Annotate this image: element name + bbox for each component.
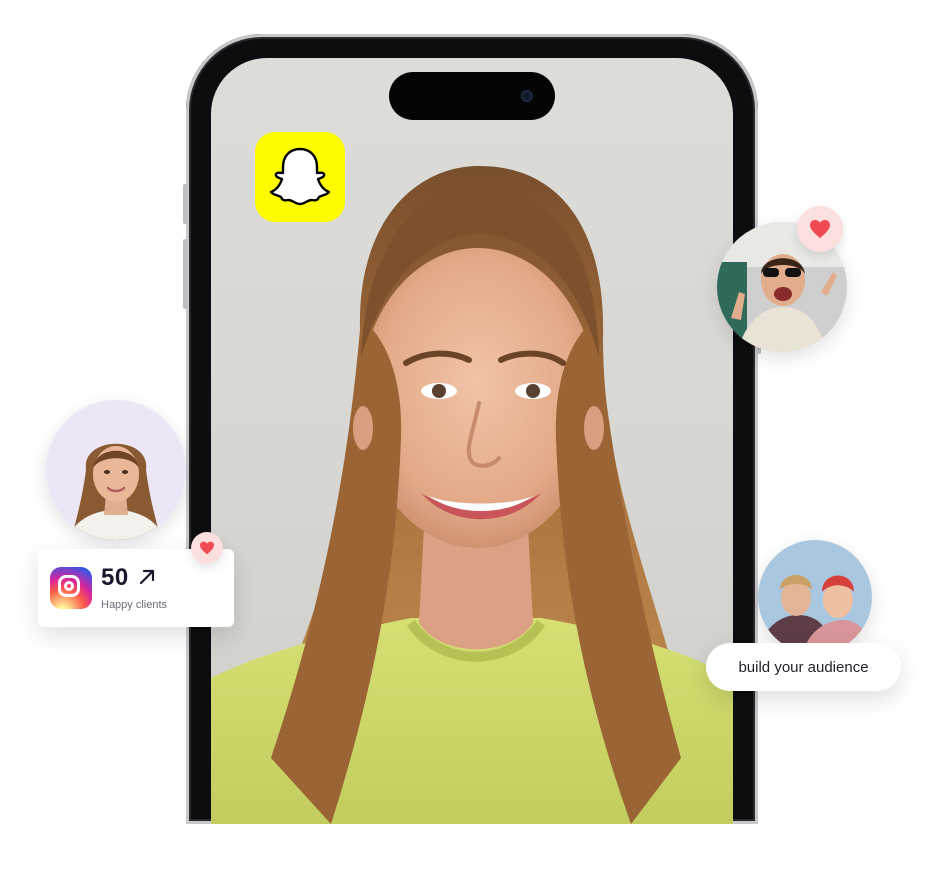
snapchat-ghost-icon [269,147,331,206]
heart-icon [200,541,214,555]
build-audience-pill[interactable]: build your audience [706,643,901,691]
front-camera [521,90,533,102]
avatar-woman-professional [46,400,186,540]
snapchat-app-icon[interactable] [255,132,345,222]
dynamic-island [389,72,555,120]
avatar-photo [46,400,186,540]
phone-mockup [183,34,761,824]
instagram-icon [50,567,92,609]
clients-label: Happy clients [101,599,168,611]
heart-icon [810,219,830,239]
avatar-photo [758,540,872,654]
arrow-up-right-icon [139,569,155,585]
heart-badge [191,532,223,564]
phone-screen [211,58,733,824]
heart-badge [797,206,843,252]
phone-side-button [183,184,187,224]
avatar-two-friends [758,540,872,654]
clients-count: 50 [101,564,129,591]
phone-volume-button [183,239,187,309]
